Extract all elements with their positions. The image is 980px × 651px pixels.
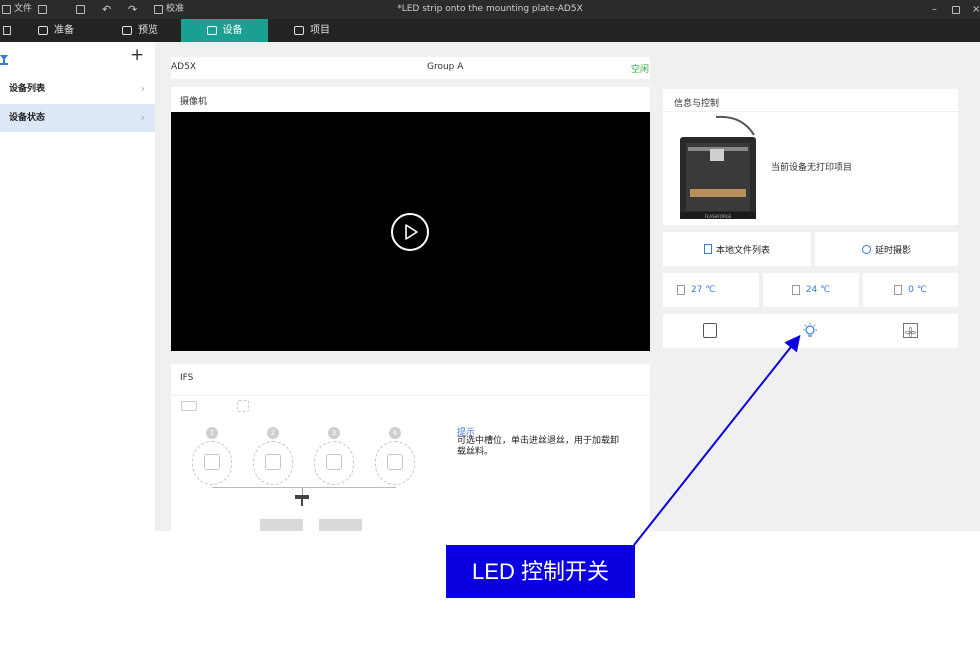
- annotation-callout: LED 控制开关: [446, 545, 635, 598]
